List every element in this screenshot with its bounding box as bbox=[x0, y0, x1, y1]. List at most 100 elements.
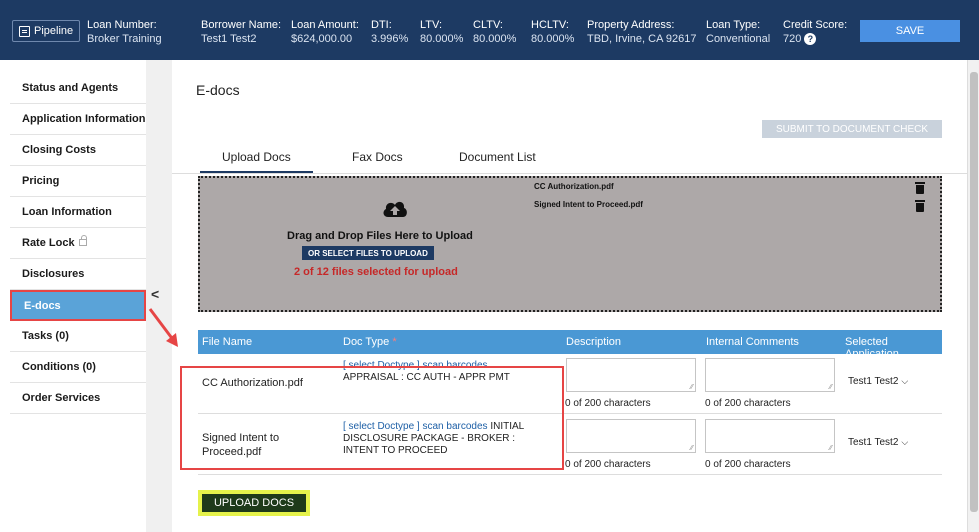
cltv-value: 80.000% bbox=[473, 33, 517, 45]
sidebar-item-tasks[interactable]: Tasks (0) bbox=[10, 321, 146, 352]
column-header-internal-comments: Internal Comments bbox=[706, 336, 799, 348]
loan-number-value: Broker Training bbox=[87, 33, 162, 45]
sidebar-item-label: Rate Lock bbox=[22, 237, 75, 249]
sidebar-item-rate-lock[interactable]: Rate Lock bbox=[10, 228, 146, 259]
column-header-doc-type: Doc Type * bbox=[343, 336, 397, 348]
tab-upload-docs[interactable]: Upload Docs bbox=[200, 150, 313, 173]
ltv-value: 80.000% bbox=[420, 33, 464, 45]
sidebar-item-label: Tasks (0) bbox=[22, 330, 69, 342]
loan-number-label: Loan Number: bbox=[87, 19, 157, 31]
upload-docs-label: UPLOAD DOCS bbox=[202, 494, 306, 512]
sidebar-item-label: E-docs bbox=[24, 299, 61, 312]
loan-type-field: Loan Type: Conventional bbox=[706, 18, 770, 46]
borrower-name-value: Test1 Test2 bbox=[201, 33, 257, 45]
vertical-scrollbar[interactable] bbox=[967, 60, 979, 532]
file-drop-zone[interactable]: Drag and Drop Files Here to Upload OR SE… bbox=[198, 176, 942, 312]
required-marker: * bbox=[392, 336, 397, 348]
borrower-name-label: Borrower Name: bbox=[201, 19, 282, 31]
loan-number-field: Loan Number: Broker Training bbox=[87, 18, 162, 46]
comments-char-count: 0 of 200 characters bbox=[705, 459, 791, 470]
chevron-left-icon[interactable]: < bbox=[151, 286, 159, 302]
sidebar-item-pricing[interactable]: Pricing bbox=[10, 166, 146, 197]
sidebar-nav: Status and Agents Application Informatio… bbox=[10, 73, 146, 532]
sidebar-item-application-information[interactable]: Application Information bbox=[10, 104, 146, 135]
red-arrow-icon bbox=[148, 308, 178, 347]
dti-label: DTI: bbox=[371, 19, 392, 31]
application-select-value: Test1 Test2 bbox=[848, 437, 899, 448]
application-select[interactable]: Test1 Test2 ⌵ bbox=[848, 437, 908, 448]
doc-type-label: Doc Type bbox=[343, 336, 390, 348]
top-bar: Pipeline Loan Number: Broker Training Bo… bbox=[0, 0, 979, 60]
cloud-upload-icon bbox=[383, 201, 407, 217]
upload-docs-button[interactable]: UPLOAD DOCS bbox=[198, 490, 310, 516]
hcltv-value: 80.000% bbox=[531, 33, 575, 45]
sidebar-item-label: Pricing bbox=[22, 175, 60, 187]
description-textarea[interactable] bbox=[566, 358, 696, 392]
borrower-name-field: Borrower Name: Test1 Test2 bbox=[201, 18, 281, 46]
sidebar-item-e-docs[interactable]: E-docs bbox=[10, 290, 146, 321]
chevron-down-icon: ⌵ bbox=[901, 376, 909, 386]
credit-score-value-wrap: 720 ? bbox=[783, 32, 847, 46]
sidebar-item-status-and-agents[interactable]: Status and Agents bbox=[10, 73, 146, 104]
credit-score-label: Credit Score: bbox=[783, 19, 848, 31]
credit-score-value: 720 bbox=[783, 33, 802, 45]
lock-icon bbox=[78, 234, 87, 246]
sidebar-item-label: Disclosures bbox=[22, 268, 85, 280]
application-select[interactable]: Test1 Test2 ⌵ bbox=[848, 376, 908, 387]
sidebar-item-label: Order Services bbox=[22, 392, 101, 404]
hcltv-field: HCLTV: 80.000% bbox=[531, 18, 574, 46]
sidebar-item-disclosures[interactable]: Disclosures bbox=[10, 259, 146, 290]
description-char-count: 0 of 200 characters bbox=[565, 398, 651, 409]
loan-amount-label: Loan Amount: bbox=[291, 19, 359, 31]
loan-amount-field: Loan Amount: $624,000.00 bbox=[291, 18, 359, 46]
select-files-button[interactable]: OR SELECT FILES TO UPLOAD bbox=[302, 246, 434, 260]
property-address-field: Property Address: TBD, Irvine, CA 92617 bbox=[587, 18, 696, 46]
cltv-label: CLTV: bbox=[473, 19, 503, 31]
internal-comments-textarea[interactable] bbox=[705, 358, 835, 392]
loan-type-label: Loan Type: bbox=[706, 19, 761, 31]
internal-comments-textarea[interactable] bbox=[705, 419, 835, 453]
tab-bar: Upload Docs Fax Docs Document List bbox=[172, 148, 967, 174]
description-char-count: 0 of 200 characters bbox=[565, 459, 651, 470]
question-circle-icon[interactable]: ? bbox=[804, 33, 817, 46]
submit-to-document-check-button[interactable]: SUBMIT TO DOCUMENT CHECK bbox=[762, 120, 942, 138]
sidebar-item-closing-costs[interactable]: Closing Costs bbox=[10, 135, 146, 166]
tab-fax-docs[interactable]: Fax Docs bbox=[352, 150, 403, 164]
tab-document-list[interactable]: Document List bbox=[459, 150, 536, 164]
application-select-value: Test1 Test2 bbox=[848, 376, 899, 387]
sidebar-item-label: Status and Agents bbox=[22, 82, 119, 94]
trash-icon[interactable] bbox=[915, 200, 925, 212]
dti-value: 3.996% bbox=[371, 33, 409, 45]
sidebar-item-loan-information[interactable]: Loan Information bbox=[10, 197, 146, 228]
sidebar-item-order-services[interactable]: Order Services bbox=[10, 383, 146, 414]
sidebar-item-label: Loan Information bbox=[22, 206, 112, 218]
sidebar-item-conditions[interactable]: Conditions (0) bbox=[10, 352, 146, 383]
main-content: E-docs SUBMIT TO DOCUMENT CHECK Upload D… bbox=[172, 60, 967, 532]
property-address-label: Property Address: bbox=[587, 19, 675, 31]
pipeline-button[interactable]: Pipeline bbox=[12, 20, 81, 42]
ltv-label: LTV: bbox=[420, 19, 443, 31]
column-header-description: Description bbox=[566, 336, 622, 348]
column-header-file-name: File Name bbox=[202, 336, 253, 348]
save-button[interactable]: SAVE bbox=[860, 20, 960, 42]
chevron-down-icon: ⌵ bbox=[901, 437, 909, 447]
loan-amount-value: $624,000.00 bbox=[291, 33, 353, 45]
hcltv-label: HCLTV: bbox=[531, 19, 569, 31]
sidebar-item-label: Closing Costs bbox=[22, 144, 96, 156]
dti-field: DTI: 3.996% bbox=[371, 18, 408, 46]
pipeline-icon bbox=[19, 25, 30, 37]
description-textarea[interactable] bbox=[566, 419, 696, 453]
loan-type-value: Conventional bbox=[706, 33, 771, 45]
files-selected-count: 2 of 12 files selected for upload bbox=[294, 266, 458, 278]
sidebar-item-label: Conditions (0) bbox=[22, 361, 96, 373]
trash-icon[interactable] bbox=[915, 182, 925, 194]
sidebar-item-label: Application Information bbox=[22, 113, 146, 125]
scrollbar-thumb[interactable] bbox=[970, 72, 978, 512]
cltv-field: CLTV: 80.000% bbox=[473, 18, 516, 46]
ltv-field: LTV: 80.000% bbox=[420, 18, 463, 46]
highlight-annotation-box bbox=[180, 366, 564, 470]
property-address-value: TBD, Irvine, CA 92617 bbox=[587, 33, 697, 45]
queued-file-name: Signed Intent to Proceed.pdf bbox=[534, 200, 643, 209]
page-title: E-docs bbox=[196, 82, 240, 98]
credit-score-field: Credit Score: 720 ? bbox=[783, 18, 847, 46]
